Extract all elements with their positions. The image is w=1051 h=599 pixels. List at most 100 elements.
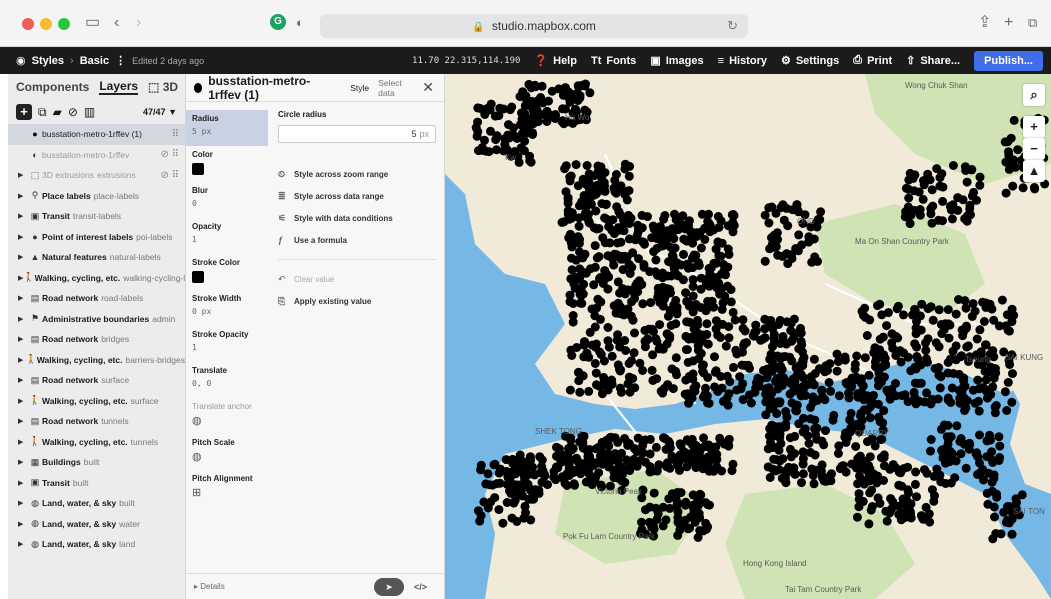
hide-icon[interactable]: ⊘ [68, 105, 78, 119]
layer-row[interactable]: ▶ 🚶 Walking, cycling, etc. surface [8, 391, 185, 412]
expand-caret-icon[interactable]: ▶ [18, 192, 28, 200]
expand-caret-icon[interactable]: ▶ [18, 458, 28, 466]
grammarly-extension-icon[interactable]: G [270, 14, 286, 30]
expand-caret-icon[interactable]: ▶ [18, 376, 28, 384]
expand-caret-icon[interactable]: ▶ [18, 540, 28, 548]
tab-3d[interactable]: ⬚ 3D [148, 80, 178, 94]
images-button[interactable]: ▣ Images [650, 54, 703, 68]
expand-caret-icon[interactable]: ▶ [18, 233, 28, 241]
property-opacity[interactable]: Opacity 1 [186, 218, 268, 254]
tab-select-data[interactable]: Select data [378, 78, 413, 98]
map-canvas[interactable]: Wong Chuk Shan Ma On Shan Country Park Vic… [445, 74, 1051, 599]
style-option[interactable]: ≣ Style across data range [278, 185, 436, 207]
trash-icon[interactable]: ▥ [84, 105, 95, 119]
property-stroke-width[interactable]: Stroke Width 0 px [186, 290, 268, 326]
layer-row[interactable]: ▶ 🚶 Walking, cycling, etc. tunnels [8, 432, 185, 453]
layer-row[interactable]: ▶ ▲ Natural features natural-labels [8, 247, 185, 268]
address-bar[interactable]: 🔒 studio.mapbox.com ↻ [320, 14, 748, 38]
property-color[interactable]: Color [186, 146, 268, 182]
filter-icon[interactable]: ▼ [168, 107, 177, 117]
expand-caret-icon[interactable]: ▶ [18, 417, 28, 425]
expand-caret-icon[interactable]: ▶ [18, 335, 28, 343]
zoom-out-button[interactable]: − [1023, 138, 1045, 160]
settings-button[interactable]: ⚙ Settings [781, 54, 839, 68]
layer-row[interactable]: ▶ 🚶 Walking, cycling, etc. walking-cycling-… [8, 268, 185, 289]
expand-caret-icon[interactable]: ▶ [18, 499, 28, 507]
layer-row[interactable]: ▶ ● Point of interest labels poi-labels [8, 227, 185, 248]
circle-radius-input[interactable]: 5 px [278, 125, 436, 143]
property-stroke-opacity[interactable]: Stroke Opacity 1 [186, 326, 268, 362]
style-menu-icon[interactable]: ⋮ [115, 54, 126, 67]
share-icon[interactable]: ⇪ [978, 12, 991, 34]
property-translate[interactable]: Translate 0, 0 [186, 362, 268, 398]
zoom-window-button[interactable] [58, 18, 70, 30]
back-icon[interactable]: ‹ [114, 12, 119, 34]
layer-row[interactable]: ▶ 🚶 Walking, cycling, etc. barriers-bridges [8, 350, 185, 371]
privacy-shield-icon[interactable]: ◐ [296, 12, 304, 34]
add-layer-button[interactable]: + [16, 104, 32, 120]
forward-icon[interactable]: › [136, 12, 141, 34]
drag-handle-icon[interactable]: ⠿ [172, 129, 179, 140]
layer-row[interactable]: ▶ ▤ Road network surface [8, 370, 185, 391]
layer-row[interactable]: ▶ ◍ Land, water, & sky built [8, 493, 185, 514]
tab-components[interactable]: Components [16, 80, 89, 94]
sidebar-toggle-icon[interactable]: ▭ [85, 12, 100, 34]
style-option[interactable]: ⚟ Style with data conditions [278, 207, 436, 229]
layer-row[interactable]: ▶ ⚑ Administrative boundaries admin [8, 309, 185, 330]
layer-row[interactable]: ▶ ◍ Land, water, & sky water [8, 514, 185, 535]
expand-caret-icon[interactable]: ▶ [18, 479, 28, 487]
mapbox-logo-icon[interactable]: ◉ [16, 54, 26, 67]
style-option[interactable]: ⏲ Style across zoom range [278, 163, 436, 185]
style-name[interactable]: Basic [80, 55, 109, 67]
tab-overview-icon[interactable]: ⧉ [1028, 12, 1037, 34]
property-pitch-alignment[interactable]: Pitch Alignment ⊞ [186, 470, 268, 506]
layer-row[interactable]: ▶ ▣ Transit built [8, 473, 185, 494]
layer-row[interactable]: ▶ ⬚ 3D extrusions extrusions ⊘ ⠿ [8, 165, 185, 186]
layer-row[interactable]: ▶ ▤ Road network bridges [8, 329, 185, 350]
reload-icon[interactable]: ↻ [727, 14, 738, 38]
fonts-button[interactable]: Tt Fonts [591, 55, 636, 67]
expand-caret-icon[interactable]: ▶ [18, 356, 26, 364]
property-pitch-scale[interactable]: Pitch Scale ◍ [186, 434, 268, 470]
search-button[interactable]: ⌕ [1023, 84, 1045, 106]
style-option[interactable]: ƒ Use a formula [278, 229, 436, 251]
minimize-window-button[interactable] [40, 18, 52, 30]
details-toggle[interactable]: ▸ Details [194, 582, 225, 591]
publish-button[interactable]: Publish... [974, 50, 1043, 71]
layer-row[interactable]: ● busstation-metro-1rffev (1) ⠿ [8, 124, 185, 145]
property-blur[interactable]: Blur 0 [186, 182, 268, 218]
expand-caret-icon[interactable]: ▶ [18, 253, 28, 261]
duplicate-icon[interactable]: ⧉ [38, 105, 47, 120]
layer-row[interactable]: ◐ busstation-metro-1rffev ⊘ ⠿ [8, 145, 185, 166]
expand-caret-icon[interactable]: ▶ [18, 212, 28, 220]
folder-icon[interactable]: ▰ [53, 105, 62, 119]
clear-value-button[interactable]: ↶ Clear value [278, 268, 436, 290]
close-window-button[interactable] [22, 18, 34, 30]
layer-row[interactable]: ▶ ▦ Buildings built [8, 452, 185, 473]
new-tab-icon[interactable]: + [1004, 12, 1013, 34]
color-swatch[interactable] [192, 271, 204, 283]
expand-caret-icon[interactable]: ▶ [18, 520, 28, 528]
layer-row[interactable]: ▶ ▤ Road network tunnels [8, 411, 185, 432]
layer-row[interactable]: ▶ ▣ Transit transit-labels [8, 206, 185, 227]
history-button[interactable]: ≡ History [718, 55, 767, 67]
property-translate-anchor[interactable]: Translate anchor ◍ [186, 398, 268, 434]
drag-handle-icon[interactable]: ⊘ ⠿ [161, 170, 179, 181]
drag-handle-icon[interactable]: ⊘ ⠿ [161, 149, 179, 160]
apply-existing-value-button[interactable]: ⎘ Apply existing value [278, 290, 436, 312]
property-stroke-color[interactable]: Stroke Color [186, 254, 268, 290]
close-icon[interactable]: ✕ [422, 79, 434, 96]
zoom-in-button[interactable]: + [1023, 116, 1045, 138]
share-button[interactable]: ⇧ Share... [906, 54, 960, 68]
layer-row[interactable]: ▶ ▤ Road network road-labels [8, 288, 185, 309]
layer-row[interactable]: ▶ ⚲ Place labels place-labels [8, 186, 185, 207]
expand-caret-icon[interactable]: ▶ [18, 171, 28, 179]
code-icon[interactable]: </> [414, 578, 427, 596]
cursor-mode-button[interactable]: ➤ [374, 578, 404, 596]
color-swatch[interactable] [192, 163, 204, 175]
tab-layers[interactable]: Layers [99, 79, 139, 95]
expand-caret-icon[interactable]: ▶ [18, 397, 28, 405]
expand-caret-icon[interactable]: ▶ [18, 315, 28, 323]
compass-button[interactable]: ▲ [1023, 160, 1045, 182]
styles-link[interactable]: Styles [32, 55, 64, 67]
